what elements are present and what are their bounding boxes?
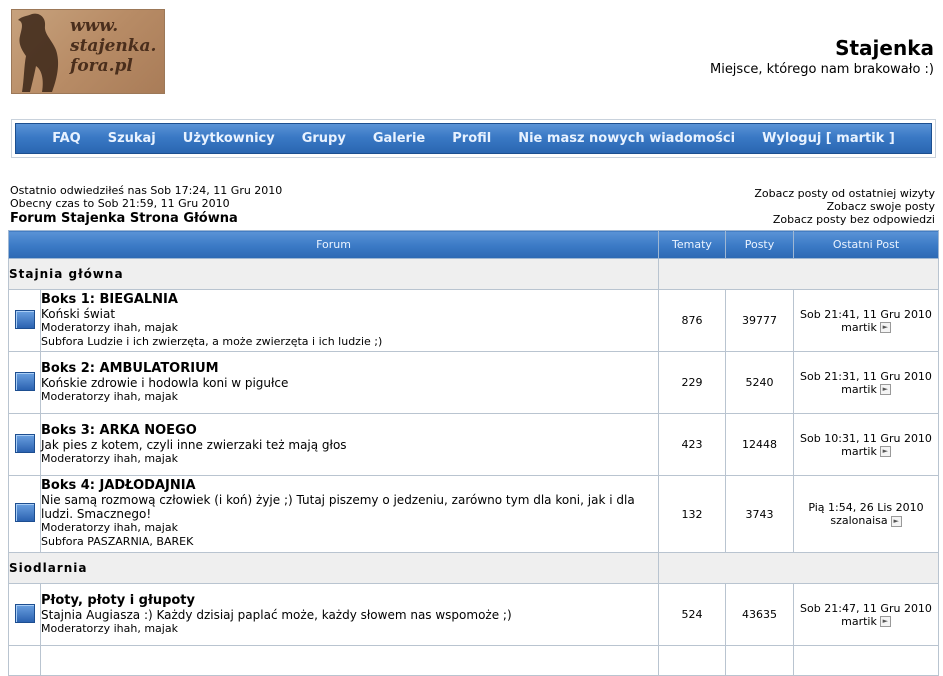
last-post-user[interactable]: martik	[841, 445, 877, 458]
forum-moderators[interactable]: Moderatorzy ihah, majak	[41, 452, 658, 466]
goto-last-post-icon[interactable]: ►	[879, 384, 891, 395]
forum-topics-count: 423	[658, 413, 726, 476]
table-header-row: Forum Tematy Posty Ostatni Post	[8, 230, 939, 259]
forum-topics-count: 229	[658, 351, 726, 414]
forum-description: Jak pies z kotem, czyli inne zwierzaki t…	[41, 437, 347, 452]
last-post-user[interactable]: szalonaisa	[830, 514, 887, 527]
forum-moderators[interactable]: Moderatorzy ihah, majak	[41, 622, 658, 636]
forum-folder-icon	[14, 309, 35, 329]
forum-folder-icon	[14, 503, 35, 522]
nav-faq[interactable]: FAQ	[39, 131, 95, 146]
nav-galleries[interactable]: Galerie	[359, 131, 438, 146]
last-post-date: Sob 10:31, 11 Gru 2010	[800, 431, 932, 445]
forum-topics-count: 132	[658, 475, 726, 553]
forum-name[interactable]: Płoty, płoty i głupoty	[41, 593, 658, 608]
forum-description: Koński świat	[41, 306, 116, 321]
last-post-user[interactable]: martik	[841, 321, 877, 334]
forum-row: Boks 3: ARKA NOEGO Jak pies z kotem, czy…	[8, 413, 939, 476]
forum-row: Płoty, płoty i głupoty Stajnia Augiasza …	[8, 583, 939, 646]
header-posts: Posty	[725, 230, 794, 259]
link-unanswered-posts[interactable]: Zobacz posty bez odpowiedzi	[773, 213, 935, 226]
forum-row: Boks 1: BIEGALNIA Koński świat Moderator…	[8, 289, 939, 352]
main-navbar: FAQ Szukaj Użytkownicy Grupy Galerie Pro…	[15, 123, 932, 154]
forum-folder-icon	[14, 433, 35, 453]
site-logo[interactable]: www. stajenka. fora.pl	[11, 9, 165, 94]
forum-table: Forum Tematy Posty Ostatni Post Stajnia …	[8, 230, 939, 676]
forum-last-post: Pią 1:54, 26 Lis 2010 szalonaisa ►	[793, 475, 939, 553]
nav-messages[interactable]: Nie masz nowych wiadomości	[505, 131, 749, 146]
goto-last-post-icon[interactable]: ►	[879, 322, 891, 333]
link-own-posts[interactable]: Zobacz swoje posty	[827, 200, 935, 213]
forum-home-link[interactable]: Forum Stajenka Strona Główna	[10, 211, 238, 226]
forum-last-post: Sob 10:31, 11 Gru 2010 martik ►	[793, 413, 939, 476]
category-row: Siodlarnia	[8, 552, 939, 584]
forum-moderators[interactable]: Moderatorzy ihah, majak	[41, 521, 658, 535]
forum-description: Nie samą rozmową człowiek (i koń) żyje ;…	[41, 493, 635, 521]
category-row: Stajnia główna	[8, 258, 939, 290]
forum-row	[8, 645, 939, 676]
forum-topics-count: 876	[658, 289, 726, 352]
nav-profile[interactable]: Profil	[439, 131, 505, 146]
forum-subforums[interactable]: Subfora PASZARNIA, BAREK	[41, 535, 658, 549]
forum-posts-count: 12448	[725, 413, 794, 476]
forum-folder-icon	[14, 603, 35, 623]
forum-posts-count: 39777	[725, 289, 794, 352]
nav-users[interactable]: Użytkownicy	[169, 131, 288, 146]
nav-groups[interactable]: Grupy	[288, 131, 359, 146]
forum-description: Stajnia Augiasza :) Każdy dzisiaj paplać…	[41, 607, 512, 622]
forum-posts-count: 43635	[725, 583, 794, 646]
last-post-user[interactable]: martik	[841, 615, 877, 628]
forum-name[interactable]: Boks 4: JADŁODAJNIA	[41, 479, 658, 493]
forum-last-post: Sob 21:47, 11 Gru 2010 martik ►	[793, 583, 939, 646]
header-forum: Forum	[8, 230, 659, 259]
last-post-date: Sob 21:31, 11 Gru 2010	[800, 369, 932, 383]
forum-description: Końskie zdrowie i hodowla koni w pigułce	[41, 375, 289, 390]
link-posts-since-last-visit[interactable]: Zobacz posty od ostatniej wizyty	[754, 187, 935, 200]
nav-logout[interactable]: Wyloguj [ martik ]	[749, 131, 909, 146]
forum-name[interactable]: Boks 2: AMBULATORIUM	[41, 361, 658, 376]
forum-name[interactable]: Boks 3: ARKA NOEGO	[41, 423, 658, 438]
goto-last-post-icon[interactable]: ►	[890, 515, 902, 527]
last-post-user[interactable]: martik	[841, 383, 877, 396]
forum-row: Boks 2: AMBULATORIUM Końskie zdrowie i h…	[8, 351, 939, 414]
forum-posts-count: 3743	[725, 475, 794, 553]
site-description: Miejsce, którego nam brakowało :)	[709, 62, 934, 77]
forum-topics-count: 524	[658, 583, 726, 646]
header-topics: Tematy	[658, 230, 726, 259]
horse-silhouette-icon	[18, 13, 59, 92]
goto-last-post-icon[interactable]: ►	[879, 616, 891, 627]
last-post-date: Pią 1:54, 26 Lis 2010	[808, 501, 924, 514]
category-name[interactable]: Siodlarnia	[8, 552, 659, 584]
category-name[interactable]: Stajnia główna	[8, 258, 659, 290]
forum-row: Boks 4: JADŁODAJNIA Nie samą rozmową czł…	[8, 475, 939, 553]
last-visit-text: Ostatnio odwiedziłeś nas Sob 17:24, 11 G…	[10, 184, 283, 197]
forum-subforums[interactable]: Subfora Ludzie i ich zwierzęta, a może z…	[41, 335, 658, 349]
last-post-date: Sob 21:47, 11 Gru 2010	[800, 601, 932, 615]
last-post-date: Sob 21:41, 11 Gru 2010	[800, 307, 932, 321]
nav-search[interactable]: Szukaj	[94, 131, 169, 146]
forum-moderators[interactable]: Moderatorzy ihah, majak	[41, 390, 658, 404]
forum-moderators[interactable]: Moderatorzy ihah, majak	[41, 321, 658, 335]
logo-text: www. stajenka. fora.pl	[70, 16, 157, 76]
current-time-text: Obecny czas to Sob 21:59, 11 Gru 2010	[10, 197, 230, 210]
header-last-post: Ostatni Post	[793, 230, 939, 259]
goto-last-post-icon[interactable]: ►	[879, 446, 891, 457]
site-title: Stajenka	[835, 36, 934, 60]
forum-last-post: Sob 21:41, 11 Gru 2010 martik ►	[793, 289, 939, 352]
forum-posts-count: 5240	[725, 351, 794, 414]
forum-folder-icon	[14, 371, 35, 391]
forum-name[interactable]: Boks 1: BIEGALNIA	[41, 292, 658, 307]
forum-last-post: Sob 21:31, 11 Gru 2010 martik ►	[793, 351, 939, 414]
